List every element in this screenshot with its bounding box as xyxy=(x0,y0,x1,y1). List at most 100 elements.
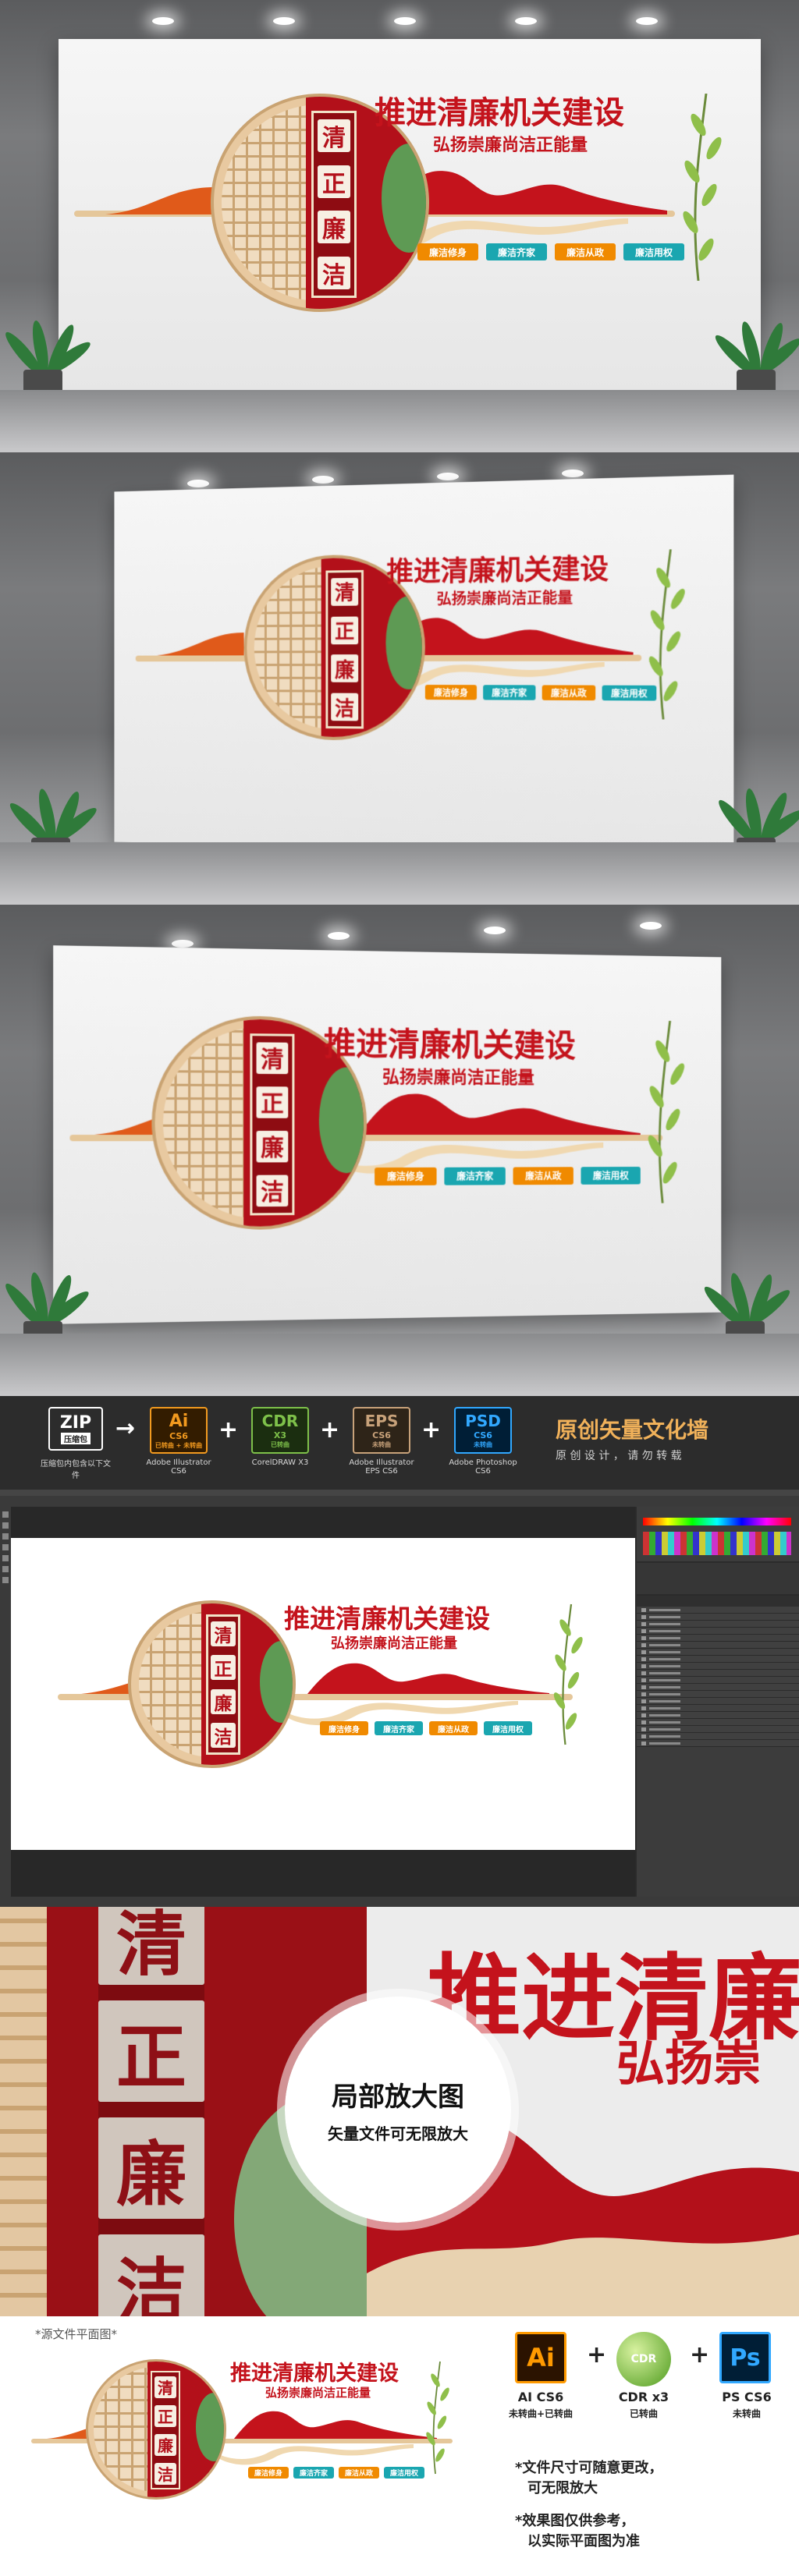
slogan-char: 正 xyxy=(154,2405,176,2427)
adjustments-panel[interactable] xyxy=(637,1563,799,1594)
vertical-slogan-panel: 清 正 廉 洁 xyxy=(311,111,357,298)
layer-row[interactable] xyxy=(637,1733,799,1740)
layer-row[interactable] xyxy=(637,1642,799,1649)
slogan-char: 洁 xyxy=(211,1723,236,1748)
type-tool-icon[interactable] xyxy=(2,1566,9,1572)
lasso-tool-icon[interactable] xyxy=(2,1533,9,1540)
zoom-bubble: 局部放大图 矢量文件可无限放大 xyxy=(277,1989,519,2231)
layer-row[interactable] xyxy=(637,1635,799,1642)
layer-row[interactable] xyxy=(637,1712,799,1719)
layer-row[interactable] xyxy=(637,1614,799,1621)
layers-panel[interactable] xyxy=(637,1596,799,1897)
round-window: 清 正 廉 洁 xyxy=(128,1600,296,1768)
spotlight xyxy=(484,927,506,934)
round-window: 清 正 廉 洁 xyxy=(86,2359,226,2500)
zoom-tool-icon[interactable] xyxy=(2,1577,9,1583)
lotus-leaf xyxy=(382,144,429,253)
eye-icon[interactable] xyxy=(641,1706,646,1710)
slogan-char: 正 xyxy=(257,1086,289,1118)
slogan-char: 洁 xyxy=(331,693,358,721)
design-title: 推进清廉机关建设 xyxy=(230,2356,399,2386)
layer-row[interactable] xyxy=(637,1628,799,1635)
layer-row[interactable] xyxy=(637,1705,799,1712)
spotlight xyxy=(636,17,658,25)
eye-icon[interactable] xyxy=(641,1692,646,1696)
cdr-status: 已转曲 xyxy=(609,2407,679,2420)
eye-icon[interactable] xyxy=(641,1643,646,1647)
ai-sub: 已转曲 + 未转曲 xyxy=(155,1441,202,1450)
eye-icon[interactable] xyxy=(641,1734,646,1738)
ai-caption: Adobe Illustrator CS6 xyxy=(142,1458,215,1476)
eye-icon[interactable] xyxy=(641,1720,646,1724)
ai-label: Ai xyxy=(169,1412,189,1431)
layer-row[interactable] xyxy=(637,1698,799,1705)
layer-row[interactable] xyxy=(637,1656,799,1663)
plus-icon: + xyxy=(421,1416,441,1444)
spotlight xyxy=(273,17,295,25)
eye-icon[interactable] xyxy=(641,1742,646,1745)
color-panel[interactable] xyxy=(637,1507,799,1561)
eye-icon[interactable] xyxy=(641,1699,646,1703)
mockup-scene-1: 清 正 廉 洁 推进清廉机关建设 弘扬崇廉尚洁正能量 廉洁修身 廉洁齐家 廉洁从… xyxy=(0,0,799,452)
layer-row[interactable] xyxy=(637,1740,799,1747)
brush-tool-icon[interactable] xyxy=(2,1544,9,1550)
layer-row[interactable] xyxy=(637,1726,799,1733)
eye-icon[interactable] xyxy=(641,1678,646,1682)
eraser-tool-icon[interactable] xyxy=(2,1555,9,1561)
eye-icon[interactable] xyxy=(641,1713,646,1717)
psd-label: PSD xyxy=(465,1412,501,1430)
eye-icon[interactable] xyxy=(641,1629,646,1633)
eye-icon[interactable] xyxy=(641,1650,646,1654)
zip-label: ZIP xyxy=(60,1413,91,1433)
color-spectrum[interactable] xyxy=(643,1518,791,1525)
eye-icon[interactable] xyxy=(641,1622,646,1626)
eye-icon[interactable] xyxy=(641,1664,646,1668)
spotlight xyxy=(152,17,174,25)
floor xyxy=(0,842,799,905)
zoom-lattice-left xyxy=(0,1907,47,2316)
strip-headline: 原创矢量文化墙 xyxy=(556,1413,708,1444)
layer-row[interactable] xyxy=(637,1663,799,1670)
layer-row[interactable] xyxy=(637,1677,799,1684)
layer-row[interactable] xyxy=(637,1691,799,1698)
design-subtitle: 弘扬崇廉尚洁正能量 xyxy=(382,1063,534,1089)
slogan-char: 正 xyxy=(211,1655,236,1680)
tag: 廉洁从政 xyxy=(429,1721,478,1735)
status-bar xyxy=(0,1897,799,1907)
cdr-badge: CDR X3 已转曲 xyxy=(251,1407,309,1454)
cdr-name: CDR x3 xyxy=(609,2390,679,2404)
canvas[interactable]: 清 正 廉 洁 推进清廉机关建设 弘扬崇廉尚洁正能量 廉洁修身 廉洁齐家 廉洁从… xyxy=(11,1538,635,1850)
eye-icon[interactable] xyxy=(641,1727,646,1731)
layer-row[interactable] xyxy=(637,1621,799,1628)
ps-name: PS CS6 xyxy=(712,2390,782,2404)
slogan-char: 洁 xyxy=(318,257,350,289)
tag: 廉洁用权 xyxy=(581,1167,640,1185)
swatches-grid[interactable] xyxy=(643,1532,791,1555)
eye-icon[interactable] xyxy=(641,1608,646,1612)
design-title: 推进清廉机关建设 xyxy=(375,87,624,133)
tag: 廉洁齐家 xyxy=(375,1721,423,1735)
vertical-slogan-panel: 清 正 廉 洁 xyxy=(206,1614,240,1755)
move-tool-icon[interactable] xyxy=(2,1511,9,1518)
toolbox[interactable] xyxy=(0,1507,11,1897)
slogan-char: 清 xyxy=(257,1042,289,1074)
eye-icon[interactable] xyxy=(641,1685,646,1689)
layer-row[interactable] xyxy=(637,1684,799,1691)
ai-status: 未转曲+已转曲 xyxy=(499,2407,582,2420)
ai-logo: Ai xyxy=(515,2332,566,2383)
layer-row[interactable] xyxy=(637,1649,799,1656)
slogan-char: 洁 xyxy=(257,1175,289,1207)
display-wall: 清 正 廉 洁 推进清廉机关建设 弘扬崇廉尚洁正能量 廉洁修身 廉洁齐家 廉洁从… xyxy=(114,475,733,859)
marquee-tool-icon[interactable] xyxy=(2,1522,9,1529)
layer-row[interactable] xyxy=(637,1670,799,1677)
eye-icon[interactable] xyxy=(641,1671,646,1675)
slogan-char: 廉 xyxy=(318,211,350,243)
eye-icon[interactable] xyxy=(641,1657,646,1661)
eye-icon[interactable] xyxy=(641,1615,646,1619)
layer-row[interactable] xyxy=(637,1607,799,1614)
slogan-char: 清 xyxy=(154,2376,176,2398)
eye-icon[interactable] xyxy=(641,1636,646,1640)
layer-row[interactable] xyxy=(637,1719,799,1726)
slogan-char: 廉 xyxy=(331,654,358,682)
design-subtitle: 弘扬崇廉尚洁正能量 xyxy=(437,586,573,609)
